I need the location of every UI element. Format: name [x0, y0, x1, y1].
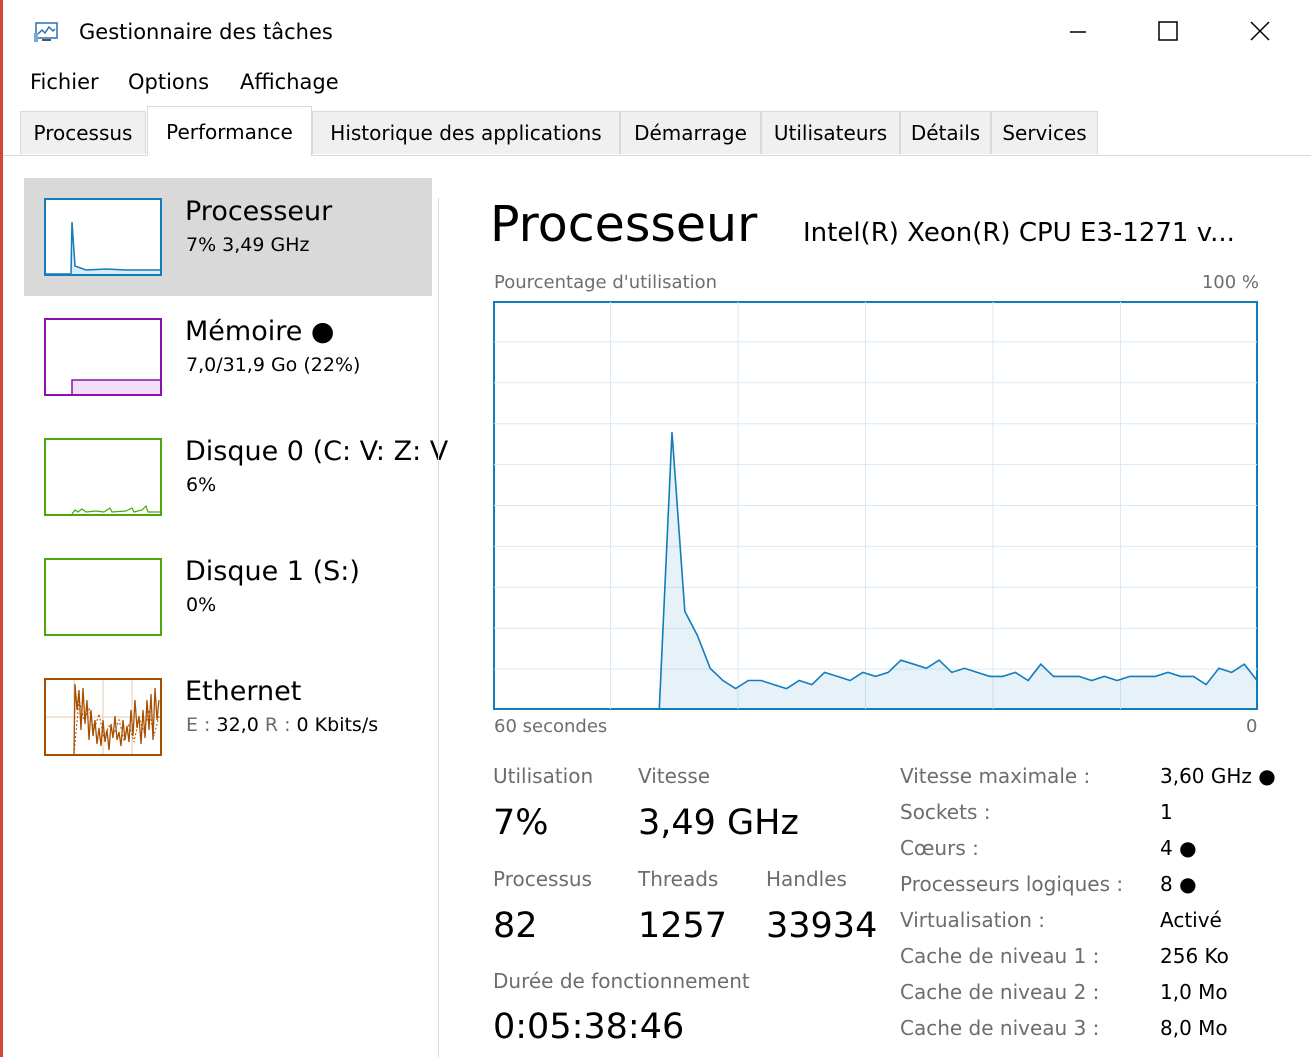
- processus-value: 82: [493, 906, 538, 946]
- info-value-cache-l3: 8,0 Mo: [1160, 1016, 1228, 1040]
- vitesse-value: 3,49 GHz: [638, 803, 799, 843]
- utilisation-value: 7%: [493, 803, 549, 843]
- page-title: Processeur: [490, 196, 758, 253]
- sidebar-item-disque-0[interactable]: Disque 0 (C: V: Z: V 6%: [24, 418, 448, 536]
- sidebar-subtitle: 0%: [186, 594, 217, 616]
- tab-details[interactable]: Détails: [900, 111, 991, 154]
- info-label-cache-l1: Cache de niveau 1 :: [900, 944, 1100, 968]
- menu-fichier[interactable]: Fichier: [30, 70, 99, 94]
- minimize-icon: [1070, 31, 1086, 33]
- close-icon: [1250, 21, 1270, 41]
- handles-label: Handles: [766, 867, 847, 891]
- minimize-button[interactable]: [1048, 8, 1108, 54]
- maximize-button[interactable]: [1138, 8, 1198, 54]
- menu-options[interactable]: Options: [128, 70, 209, 94]
- menu-affichage[interactable]: Affichage: [240, 70, 339, 94]
- maximize-icon: [1158, 21, 1178, 41]
- memory-thumbnail-graph: [44, 318, 162, 396]
- sidebar-subtitle: 7,0/31,9 Go (22%): [186, 354, 361, 376]
- info-label-vitesse-max: Vitesse maximale :: [900, 764, 1091, 788]
- sidebar-subtitle: E : 32,0 R : 0 Kbits/s: [186, 714, 378, 736]
- task-manager-icon: [33, 21, 59, 43]
- ethernet-receive-value: 0 Kbits/s: [296, 714, 379, 736]
- x-axis-right-label: 0: [1246, 716, 1258, 737]
- tab-utilisateurs[interactable]: Utilisateurs: [761, 111, 900, 154]
- info-value-vitesse-max: 3,60 GHz ●: [1160, 764, 1276, 788]
- info-label-virtualisation: Virtualisation :: [900, 908, 1045, 932]
- disk1-thumbnail-graph: [44, 558, 162, 636]
- sidebar-divider: [438, 198, 439, 1057]
- utilisation-label: Utilisation: [493, 764, 594, 788]
- sidebar-title: Disque 1 (S:): [185, 556, 360, 587]
- threads-label: Threads: [638, 867, 719, 891]
- info-value-sockets: 1: [1160, 800, 1173, 824]
- info-value-processeurs-logiques: 8 ●: [1160, 872, 1197, 896]
- close-button[interactable]: [1230, 8, 1290, 54]
- tab-processus[interactable]: Processus: [20, 111, 146, 154]
- sidebar-item-disque-1[interactable]: Disque 1 (S:) 0%: [24, 538, 432, 656]
- title-bar[interactable]: Gestionnaire des tâches: [3, 0, 1311, 60]
- info-value-virtualisation: Activé: [1160, 908, 1222, 932]
- sidebar-item-processeur[interactable]: Processeur 7% 3,49 GHz: [24, 178, 432, 296]
- graph-label: Pourcentage d'utilisation: [494, 272, 718, 293]
- handles-value: 33934: [766, 906, 878, 946]
- sidebar-title: Processeur: [185, 196, 333, 227]
- sidebar-title: Mémoire ●: [185, 316, 335, 347]
- vitesse-label: Vitesse: [638, 764, 711, 788]
- info-label-sockets: Sockets :: [900, 800, 991, 824]
- window-left-border: [0, 0, 3, 1057]
- uptime-value: 0:05:38:46: [493, 1007, 685, 1047]
- info-label-cache-l2: Cache de niveau 2 :: [900, 980, 1100, 1004]
- info-label-coeurs: Cœurs :: [900, 836, 979, 860]
- cpu-model-name: Intel(R) Xeon(R) CPU E3-1271 v...: [803, 218, 1235, 248]
- info-label-cache-l3: Cache de niveau 3 :: [900, 1016, 1100, 1040]
- ethernet-receive-label: R :: [258, 714, 297, 736]
- menu-bar: Fichier Options Affichage: [3, 62, 1311, 102]
- tab-strip: Processus Performance Historique des app…: [3, 103, 1311, 156]
- sidebar-item-ethernet[interactable]: Ethernet E : 32,0 R : 0 Kbits/s: [24, 658, 432, 776]
- info-value-cache-l2: 1,0 Mo: [1160, 980, 1228, 1004]
- sidebar-subtitle: 6%: [186, 474, 217, 496]
- tab-services[interactable]: Services: [991, 111, 1098, 154]
- sidebar-subtitle: 7% 3,49 GHz: [186, 234, 310, 256]
- info-value-coeurs: 4 ●: [1160, 836, 1197, 860]
- cpu-usage-graph: [493, 301, 1258, 710]
- uptime-label: Durée de fonctionnement: [493, 969, 750, 993]
- graph-max-label: 100 %: [1201, 272, 1259, 293]
- cpu-thumbnail-graph: [44, 198, 162, 276]
- tab-historique[interactable]: Historique des applications: [312, 111, 620, 154]
- disk0-thumbnail-graph: [44, 438, 162, 516]
- sidebar-title: Disque 0 (C: V: Z: V: [185, 436, 449, 467]
- sidebar-item-memoire[interactable]: Mémoire ● 7,0/31,9 Go (22%): [24, 298, 432, 416]
- ethernet-send-value: 32,0: [216, 714, 259, 736]
- processus-label: Processus: [493, 867, 592, 891]
- info-label-processeurs-logiques: Processeurs logiques :: [900, 872, 1124, 896]
- info-value-cache-l1: 256 Ko: [1160, 944, 1229, 968]
- window-title: Gestionnaire des tâches: [79, 20, 333, 44]
- tab-performance[interactable]: Performance: [147, 106, 312, 156]
- ethernet-send-label: E :: [186, 714, 217, 736]
- tab-demarrage[interactable]: Démarrage: [620, 111, 761, 154]
- threads-value: 1257: [638, 906, 728, 946]
- ethernet-thumbnail-graph: [44, 678, 162, 756]
- sidebar-title: Ethernet: [185, 676, 302, 707]
- x-axis-left-label: 60 secondes: [494, 716, 608, 737]
